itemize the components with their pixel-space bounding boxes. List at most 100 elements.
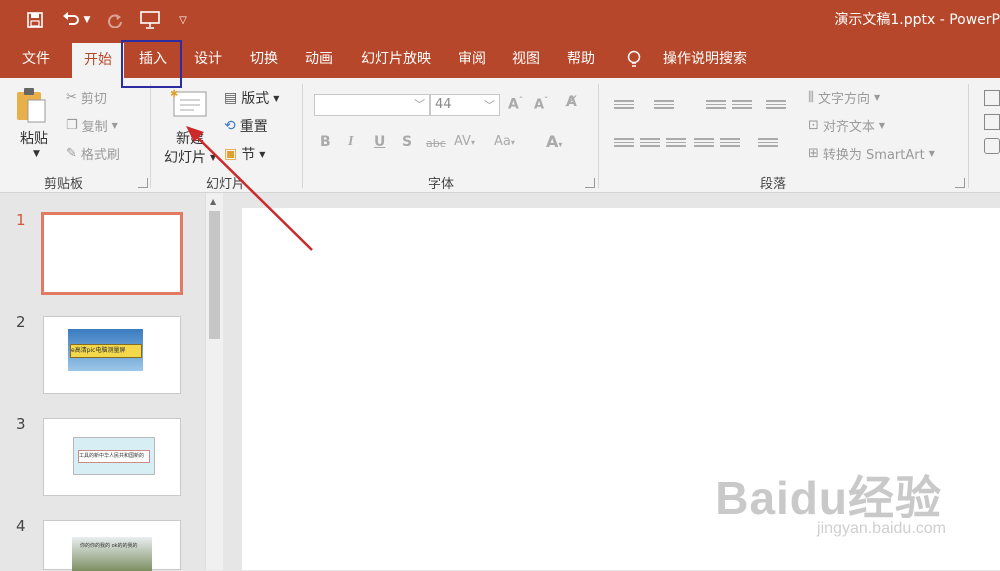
columns-icon[interactable]: [758, 136, 778, 150]
baidu-watermark: Baidu经验: [715, 472, 942, 524]
align-left-icon[interactable]: [614, 136, 634, 150]
group-label-font: 字体: [428, 177, 455, 192]
undo-icon[interactable]: [60, 8, 82, 32]
new-slide-button[interactable]: 幻灯片 ▼: [164, 147, 216, 167]
bullets-icon[interactable]: [614, 98, 634, 112]
font-size-value: 44: [435, 97, 452, 112]
text-direction-button[interactable]: ⫼ 文字方向 ▼: [808, 88, 880, 107]
copy-dropdown-icon: ▼: [111, 121, 118, 130]
shadow-icon[interactable]: S: [402, 134, 412, 150]
layout-button[interactable]: ▤ 版式 ▼: [224, 88, 279, 108]
group-label-clipboard: 剪贴板: [44, 177, 84, 192]
grow-font-icon[interactable]: Aˆ: [508, 96, 523, 113]
tab-help[interactable]: 帮助: [556, 40, 606, 78]
section-button[interactable]: ▣ 节 ▼: [224, 144, 265, 164]
paste-button[interactable]: 粘贴: [20, 128, 48, 148]
decrease-indent-icon[interactable]: [706, 98, 726, 112]
shrink-font-icon[interactable]: Aˇ: [534, 96, 548, 112]
group-label-paragraph: 段落: [760, 177, 787, 192]
brush-icon: ✎: [66, 146, 77, 161]
reset-label: 重置: [239, 119, 268, 135]
paragraph-launcher-icon[interactable]: [955, 178, 965, 188]
new-slide-label-1[interactable]: 新建: [176, 128, 204, 148]
save-icon[interactable]: [24, 8, 46, 32]
tell-me-search[interactable]: 操作说明搜索: [650, 40, 760, 78]
thumbnail-number: 2: [16, 313, 26, 331]
copy-button[interactable]: ❐ 复制 ▼: [66, 116, 118, 135]
paste-dropdown-icon[interactable]: ▼: [33, 149, 40, 159]
svg-text:✱: ✱: [170, 89, 178, 100]
clear-formatting-icon[interactable]: A̸: [566, 94, 577, 110]
tab-design[interactable]: 设计: [182, 40, 234, 78]
customize-toolbar-icon[interactable]: ▽: [176, 8, 190, 32]
thumbnails-scrollbar[interactable]: ▲: [205, 193, 223, 570]
ribbon-separator: [150, 84, 151, 188]
highlight-box-insert-tab: [121, 40, 182, 88]
copy-label: 复制: [81, 120, 108, 135]
strikethrough-icon[interactable]: abc: [426, 137, 446, 150]
slide-thumbnails-pane: 1 2 e高清pic电脑测量屏 3 工具的新中华人民共和国新的 4 你的你的我的…: [0, 193, 228, 571]
line-spacing-icon[interactable]: [766, 98, 786, 112]
align-text-icon: ⊡: [808, 118, 819, 133]
cut-button[interactable]: ✂ 剪切: [66, 88, 107, 107]
reset-icon: ⟲: [224, 118, 236, 134]
redo-icon[interactable]: [104, 8, 126, 32]
tab-review[interactable]: 审阅: [446, 40, 498, 78]
section-dropdown-icon: ▼: [259, 149, 266, 159]
chevron-down-icon: ▼: [874, 93, 881, 102]
tab-transitions[interactable]: 切换: [236, 40, 292, 78]
format-painter-label: 格式刷: [80, 148, 120, 163]
chevron-down-icon: ﹀: [414, 98, 425, 111]
slide-thumbnail-1[interactable]: [41, 212, 183, 295]
thumbnail-caption: 你的你的我的 ok的的我的: [80, 543, 138, 549]
underline-icon[interactable]: U: [374, 134, 385, 150]
char-spacing-icon[interactable]: AV▾: [454, 134, 475, 149]
align-text-label: 对齐文本: [822, 120, 875, 135]
distributed-icon[interactable]: [720, 136, 740, 150]
drawing-shapes-gallery[interactable]: [984, 90, 1000, 156]
change-case-icon[interactable]: Aa▾: [494, 134, 515, 149]
align-center-icon[interactable]: [640, 136, 660, 150]
new-slide-icon[interactable]: ✱: [170, 88, 208, 118]
paste-icon[interactable]: [14, 86, 48, 124]
font-color-icon[interactable]: A▾: [546, 132, 562, 151]
slide-thumbnail-3[interactable]: 工具的新中华人民共和国新的: [43, 418, 181, 496]
convert-smartart-label: 转换为 SmartArt: [822, 148, 925, 163]
undo-dropdown-icon[interactable]: ▼: [82, 8, 92, 32]
ribbon-home: 粘贴 ▼ ✂ 剪切 ❐ 复制 ▼ ✎ 格式刷 剪贴板 ✱ 新建 幻灯片 ▼ ▤ 版式 ▼ ⟲ 重…: [0, 78, 1000, 193]
tab-file[interactable]: 文件: [8, 40, 64, 78]
font-size-combo[interactable]: 44 ﹀: [430, 94, 500, 116]
present-icon[interactable]: [138, 8, 162, 32]
tab-slideshow[interactable]: 幻灯片放映: [350, 40, 442, 78]
chevron-down-icon: ▼: [878, 121, 886, 130]
slide-thumbnail-4[interactable]: 你的你的我的 ok的的我的: [43, 520, 181, 571]
cut-icon: ✂: [66, 90, 77, 105]
scrollbar-thumb[interactable]: [209, 211, 220, 339]
bold-icon[interactable]: B: [320, 134, 331, 150]
numbering-icon[interactable]: [654, 98, 674, 112]
align-text-button[interactable]: ⊡ 对齐文本 ▼: [808, 116, 885, 135]
tab-home[interactable]: 开始: [72, 43, 124, 78]
tab-view[interactable]: 视图: [500, 40, 552, 78]
font-launcher-icon[interactable]: [585, 178, 595, 188]
convert-smartart-button[interactable]: ⊞ 转换为 SmartArt ▼: [808, 144, 935, 163]
copy-icon: ❐: [66, 118, 78, 133]
justify-icon[interactable]: [694, 136, 714, 150]
thumbnail-number: 4: [16, 517, 26, 535]
scroll-up-icon[interactable]: ▲: [210, 197, 216, 206]
italic-icon[interactable]: I: [348, 134, 353, 150]
format-painter-button[interactable]: ✎ 格式刷: [66, 144, 120, 163]
reset-button[interactable]: ⟲ 重置: [224, 116, 268, 136]
section-icon: ▣: [224, 146, 238, 162]
increase-indent-icon[interactable]: [732, 98, 752, 112]
new-slide-dropdown-icon: ▼: [210, 152, 217, 162]
slide-thumbnail-2[interactable]: e高清pic电脑测量屏: [43, 316, 181, 394]
thumbnail-number: 3: [16, 415, 26, 433]
align-right-icon[interactable]: [666, 136, 686, 150]
thumbnail-image: 你的你的我的 ok的的我的: [72, 537, 152, 571]
tab-animations[interactable]: 动画: [292, 40, 346, 78]
ribbon-separator: [968, 84, 969, 188]
font-name-combo[interactable]: ﹀: [314, 94, 430, 116]
clipboard-launcher-icon[interactable]: [138, 178, 148, 188]
thumbnail-image: 工具的新中华人民共和国新的: [73, 437, 155, 475]
